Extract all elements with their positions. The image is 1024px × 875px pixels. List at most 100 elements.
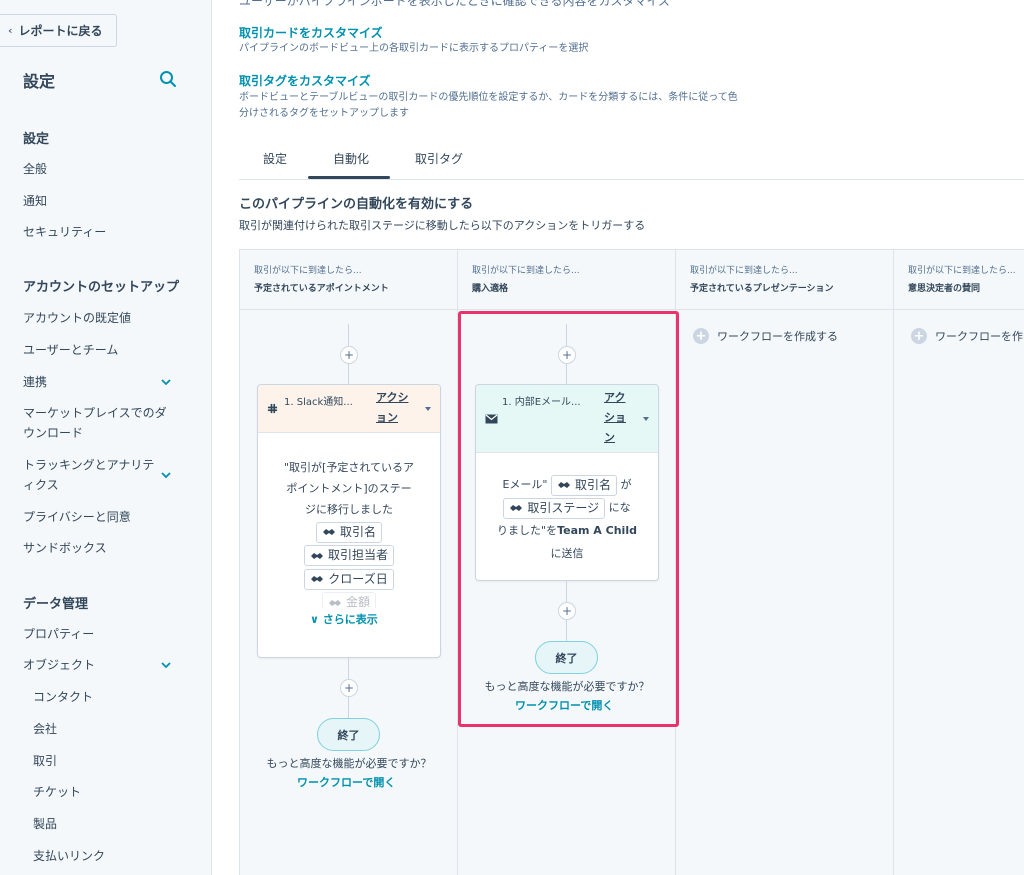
create-workflow-label: ワークフローを作 <box>935 330 1023 343</box>
plus-circle-icon: + <box>911 328 927 344</box>
slack-icon <box>267 403 278 414</box>
stage-column-header: 取引が以下に到達したら... 予定されているアポイントメント <box>240 250 457 310</box>
sidebar-item-privacy[interactable]: プライバシーと同意 <box>23 507 173 527</box>
stage-name: 購入適格 <box>472 284 509 294</box>
customize-deal-tags-link[interactable]: 取引タグをカスタマイズ <box>239 72 371 89</box>
advanced-features-text: もっと高度な機能が必要ですか？ <box>266 757 432 770</box>
stage-trigger-label: 取引が以下に到達したら... <box>472 266 580 276</box>
show-more-link[interactable]: ∨ さらに表示 <box>310 611 378 627</box>
sidebar-item-deals[interactable]: 取引 <box>33 751 183 771</box>
stage-column: 取引が以下に到達したら... 購入適格 + 1. 内部Eメール... アク ショ… <box>458 250 676 875</box>
envelope-icon <box>485 414 498 424</box>
tab-deal-tags[interactable]: 取引タグ <box>415 150 463 167</box>
card-body-text: に送信 <box>550 547 584 560</box>
action-dropdown[interactable]: アクシ ョン <box>376 388 416 428</box>
chevron-down-icon[interactable] <box>160 469 172 481</box>
sidebar-item-notifications[interactable]: 通知 <box>23 191 173 211</box>
card-body-text: "取引が[予定されているア <box>283 461 415 474</box>
close-date-token: クローズ日 <box>304 568 394 590</box>
main-content: ユーザーがパイプラインボードを表示したときに確認できる内容をカスタマイズ 取引カ… <box>212 0 1024 875</box>
card-body: "取引が[予定されているア ポイントメント]のステー ジに移行しました 取引名 … <box>268 457 430 608</box>
board-customize-description: ユーザーがパイプラインボードを表示したときに確認できる内容をカスタマイズ <box>239 0 671 8</box>
sidebar-item-general[interactable]: 全般 <box>23 159 173 179</box>
sidebar-section-account-setup: アカウントのセットアップ <box>23 280 180 295</box>
add-action-button[interactable]: + <box>340 346 358 364</box>
sidebar-item-marketplace[interactable]: マーケットプレイスでのダウンロード <box>23 403 173 443</box>
sidebar-item-security[interactable]: セキュリティー <box>23 222 173 242</box>
token-label: 取引担当者 <box>327 548 388 562</box>
chevron-down-icon[interactable] <box>160 659 172 671</box>
card-header: 1. Slack通知... アクシ ョン <box>258 385 440 433</box>
deal-name-token: 取引名 <box>315 521 382 543</box>
handshake-icon <box>558 482 570 488</box>
stage-column-header: 取引が以下に到達したら... 意思決定者の賛同 <box>894 250 1024 310</box>
card-body-text: りました"を <box>497 524 558 537</box>
card-body-text: ポイントメント]のステー <box>286 482 412 495</box>
amount-token: 金額 <box>321 592 376 608</box>
automation-board: 取引が以下に到達したら... 予定されているアポイントメント + 1. Slac… <box>239 249 1024 875</box>
card-body-text: ジに移行しました <box>305 503 393 516</box>
sidebar-item-objects[interactable]: オブジェクト <box>23 655 173 675</box>
plus-circle-icon: + <box>693 328 709 344</box>
open-in-workflow-link[interactable]: ワークフローで開く <box>297 774 395 790</box>
back-button-label: レポートに戻る <box>18 24 103 38</box>
card-body: Eメール" 取引名 が 取引ステージ にな りました"をTeam A Child… <box>484 473 650 565</box>
automation-heading: このパイプラインの自動化を有効にする <box>239 197 474 212</box>
handshake-icon <box>311 576 324 582</box>
deal-owner-token: 取引担当者 <box>303 545 394 566</box>
add-action-button[interactable]: + <box>558 602 576 620</box>
stage-column: 取引が以下に到達したら... 予定されているアポイントメント + 1. Slac… <box>240 250 458 875</box>
sidebar-item-sandbox[interactable]: サンドボックス <box>23 538 173 558</box>
tab-automation[interactable]: 自動化 <box>333 150 369 167</box>
chevron-down-icon: ∨ <box>310 613 319 626</box>
card-title: 1. 内部Eメール... <box>502 397 581 408</box>
sidebar-item-payment-links[interactable]: 支払いリンク <box>33 846 183 866</box>
sidebar-item-integrations[interactable]: 連携 <box>23 372 173 392</box>
card-header: 1. 内部Eメール... アク ショ ン <box>476 385 658 453</box>
sidebar-item-companies[interactable]: 会社 <box>33 719 183 739</box>
create-workflow-button[interactable]: + ワークフローを作成する <box>693 328 838 344</box>
search-icon[interactable] <box>159 70 177 88</box>
action-dropdown[interactable]: アク ショ ン <box>604 388 634 448</box>
stage-trigger-label: 取引が以下に到達したら... <box>690 266 798 276</box>
card-title: 1. Slack通知... <box>284 397 353 408</box>
add-action-button[interactable]: + <box>340 679 358 697</box>
customize-deal-cards-link[interactable]: 取引カードをカスタマイズ <box>239 24 383 41</box>
tab-settings[interactable]: 設定 <box>263 150 287 167</box>
sidebar-item-tracking[interactable]: トラッキングとアナリティクス <box>23 455 158 495</box>
email-action-card[interactable]: 1. 内部Eメール... アク ショ ン Eメール" 取引名 が 取引ステージ … <box>475 384 659 581</box>
sidebar-item-properties[interactable]: プロパティー <box>23 624 173 644</box>
handshake-icon <box>310 552 323 559</box>
handshake-icon <box>322 529 335 535</box>
stage-column: 取引が以下に到達したら... 予定されているプレゼンテーション + ワークフロー… <box>676 250 894 875</box>
action-label: ン <box>604 431 615 444</box>
handshake-icon <box>510 505 523 511</box>
action-label: ショ <box>604 411 626 424</box>
slack-action-card[interactable]: 1. Slack通知... アクシ ョン "取引が[予定されているア ポイントメ… <box>257 384 441 658</box>
card-body-text: Eメール" <box>502 478 548 491</box>
sidebar-item-contacts[interactable]: コンタクト <box>33 687 183 707</box>
caret-down-icon[interactable] <box>424 405 432 413</box>
caret-down-icon[interactable] <box>642 415 650 423</box>
active-tab-indicator <box>308 176 390 179</box>
customize-deal-cards-description: パイプラインのボードビュー上の各取引カードに表示するプロパティーを選択 <box>239 43 589 54</box>
token-label: 金額 <box>345 595 370 608</box>
sidebar-item-account-defaults[interactable]: アカウントの既定値 <box>23 308 173 328</box>
token-label: 取引名 <box>339 524 376 539</box>
sidebar-item-users-teams[interactable]: ユーザーとチーム <box>23 340 173 360</box>
back-to-reports-button[interactable]: ‹ レポートに戻る <box>0 14 117 47</box>
open-in-workflow-link[interactable]: ワークフローで開く <box>515 697 613 713</box>
sidebar-section-data-management: データ管理 <box>23 597 89 612</box>
stage-column-header: 取引が以下に到達したら... 購入適格 <box>458 250 675 310</box>
recipient-team: Team A Child <box>557 524 637 537</box>
sidebar-item-tickets[interactable]: チケット <box>33 782 183 802</box>
handshake-icon <box>328 599 341 606</box>
create-workflow-button[interactable]: + ワークフローを作 <box>911 328 1023 344</box>
action-label: ョン <box>376 411 398 424</box>
add-action-button[interactable]: + <box>558 346 576 364</box>
settings-sidebar: ‹ レポートに戻る 設定 設定 全般 通知 セキュリティー アカウントのセットア… <box>0 0 212 875</box>
chevron-down-icon[interactable] <box>160 376 172 388</box>
sidebar-item-products[interactable]: 製品 <box>33 814 183 834</box>
card-body-text: が <box>620 478 632 491</box>
customize-deal-tags-description: ボードビューとテーブルビューの取引カードの優先順位を設定するか、カードを分類する… <box>239 90 749 122</box>
